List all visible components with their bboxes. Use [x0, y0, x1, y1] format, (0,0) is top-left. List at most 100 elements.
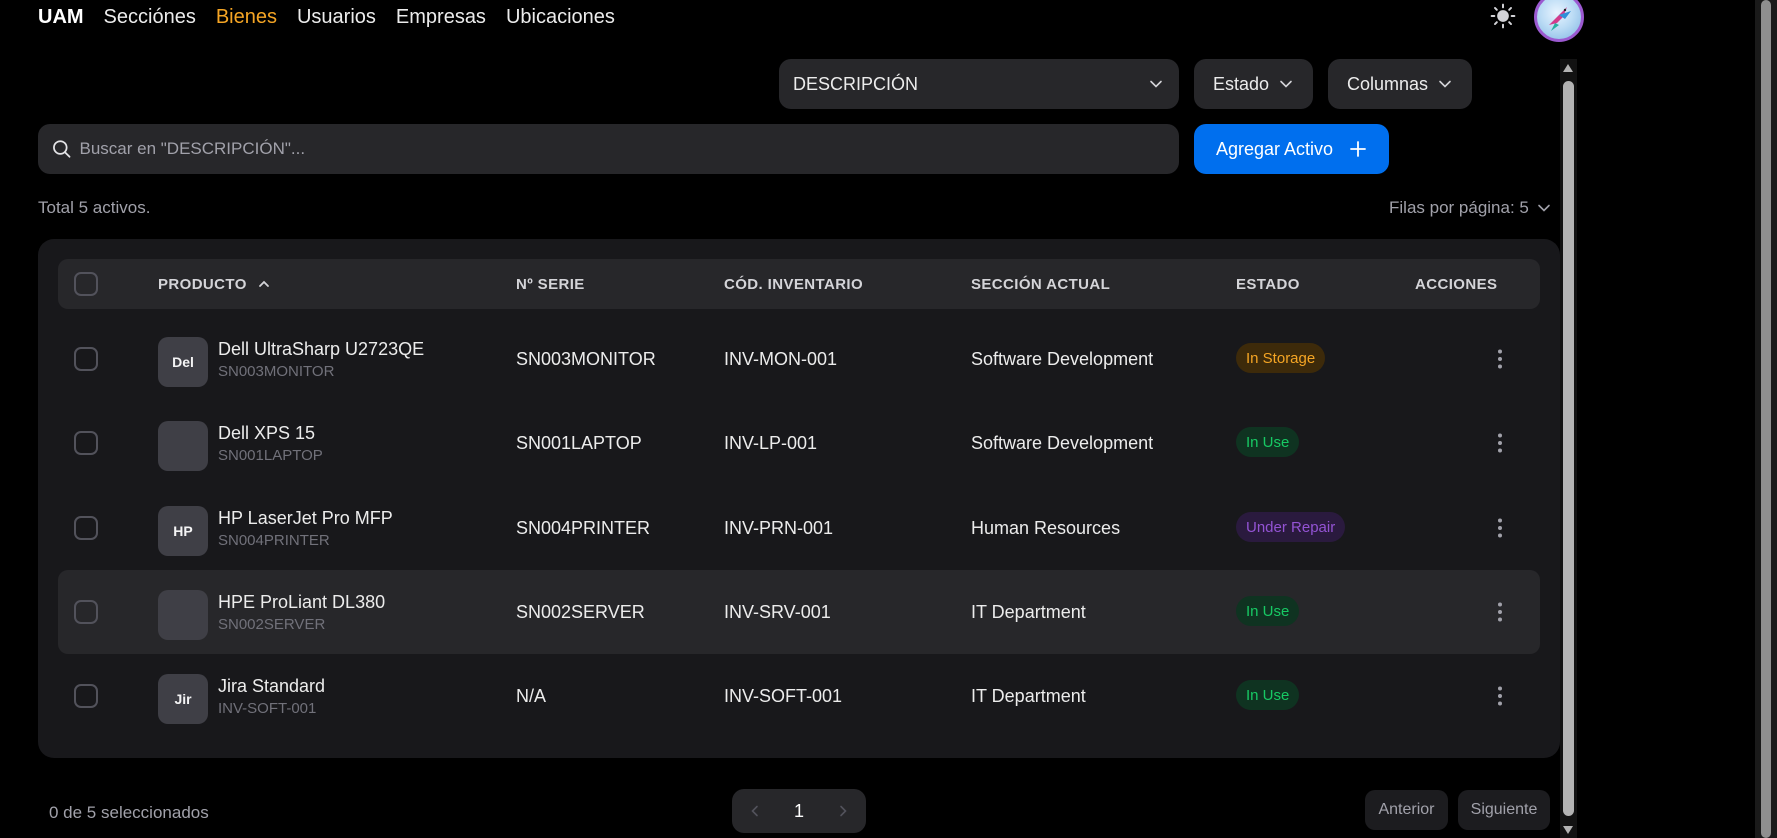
search-icon [53, 140, 71, 158]
product-thumbnail: Jir [158, 674, 208, 724]
current-section: Software Development [971, 348, 1154, 369]
current-section: IT Department [971, 601, 1086, 622]
theme-toggle-sun-icon[interactable] [1490, 3, 1516, 29]
status-badge: Under Repair [1236, 512, 1346, 542]
more-actions-icon[interactable] [1488, 600, 1512, 624]
more-actions-icon[interactable] [1488, 684, 1512, 708]
product-serial-sub: SN002SERVER [218, 616, 326, 633]
window-scrollbar[interactable] [1755, 0, 1777, 838]
product-thumbnail [158, 590, 208, 640]
chevron-right-icon[interactable] [836, 804, 850, 818]
total-count: Total 5 activos. [38, 198, 151, 217]
inventory-code: INV-SRV-001 [724, 601, 831, 622]
inventory-code: INV-SOFT-001 [724, 685, 843, 706]
search-bar [38, 124, 1179, 174]
brand-logo[interactable]: UAM [38, 6, 84, 29]
serial-number: SN001LAPTOP [516, 432, 642, 453]
plus-icon [1350, 141, 1366, 157]
product-name: Jira Standard [218, 676, 326, 696]
column-header-acciones: ACCIONES [1415, 275, 1498, 293]
rows-per-page-select[interactable]: Filas por página: 5 [1389, 198, 1551, 218]
product-serial-sub: SN004PRINTER [218, 532, 330, 549]
current-section: Human Resources [971, 517, 1121, 538]
nav-link-empresas[interactable]: Empresas [396, 6, 486, 29]
row-checkbox[interactable] [74, 347, 98, 371]
serial-number: SN003MONITOR [516, 348, 656, 369]
table-scrollbar[interactable] [1560, 59, 1577, 838]
previous-page-button[interactable]: Anterior [1365, 790, 1448, 830]
nav-link-usuarios[interactable]: Usuarios [297, 6, 376, 29]
table-row[interactable]: Del Dell UltraSharp U2723QE SN003MONITOR… [58, 317, 1540, 401]
add-asset-label: Agregar Activo [1215, 138, 1334, 159]
current-section: Software Development [971, 432, 1154, 453]
chevron-down-icon [1150, 80, 1162, 88]
chevron-down-icon [1280, 80, 1292, 88]
nav-link-secciones[interactable]: Secciónes [104, 6, 196, 29]
more-actions-icon[interactable] [1488, 431, 1512, 455]
table-row[interactable]: HP HP LaserJet Pro MFP SN004PRINTER SN00… [58, 486, 1540, 570]
product-serial-sub: SN003MONITOR [218, 363, 335, 380]
column-header-producto[interactable]: PRODUCTO [158, 259, 271, 309]
inventory-code: INV-PRN-001 [724, 517, 834, 538]
nav-link-ubicaciones[interactable]: Ubicaciones [506, 6, 615, 29]
serial-number: SN002SERVER [516, 601, 645, 622]
product-name: Dell XPS 15 [218, 423, 316, 443]
columns-dropdown[interactable]: Columnas [1328, 59, 1472, 109]
search-input[interactable] [79, 139, 1165, 159]
row-checkbox[interactable] [74, 516, 98, 540]
table-row[interactable]: Jir Jira Standard INV-SOFT-001 N/A INV-S… [58, 654, 1540, 738]
product-name: HPE ProLiant DL380 [218, 592, 386, 612]
user-avatar[interactable] [1534, 0, 1584, 42]
more-actions-icon[interactable] [1488, 347, 1512, 371]
product-serial-sub: INV-SOFT-001 [218, 700, 317, 717]
hummingbird-avatar-icon [1549, 7, 1571, 31]
scroll-down-arrow-icon[interactable] [1563, 826, 1573, 834]
nav-link-bienes[interactable]: Bienes [216, 6, 277, 29]
add-asset-button[interactable]: Agregar Activo [1194, 124, 1389, 174]
serial-number: SN004PRINTER [516, 517, 651, 538]
status-badge: In Storage [1236, 343, 1326, 373]
status-badge: In Use [1236, 427, 1300, 457]
current-section: IT Department [971, 685, 1086, 706]
serial-number: N/A [516, 685, 547, 706]
next-page-button[interactable]: Siguiente [1458, 790, 1550, 830]
column-header-serie: Nº SERIE [516, 275, 585, 293]
column-header-seccion: SECCIÓN ACTUAL [971, 275, 1111, 293]
rows-per-page-label: Filas por página: 5 [1389, 198, 1529, 217]
column-header-inventario: CÓD. INVENTARIO [724, 275, 864, 293]
top-nav: UAM Secciónes Bienes Usuarios Empresas U… [38, 0, 615, 34]
chevron-down-icon [1439, 80, 1451, 88]
sort-ascending-icon [258, 280, 269, 287]
inventory-code: INV-MON-001 [724, 348, 838, 369]
estado-filter-dropdown[interactable]: Estado [1194, 59, 1313, 109]
selection-count: 0 de 5 seleccionados [49, 803, 209, 822]
product-name: HP LaserJet Pro MFP [218, 508, 393, 528]
row-checkbox[interactable] [74, 684, 98, 708]
columns-label: Columnas [1347, 73, 1429, 94]
row-checkbox[interactable] [74, 600, 98, 624]
product-thumbnail: Del [158, 337, 208, 387]
row-checkbox[interactable] [74, 431, 98, 455]
product-thumbnail: HP [158, 506, 208, 556]
inventory-code: INV-LP-001 [724, 432, 818, 453]
table-row[interactable]: HPE ProLiant DL380 SN002SERVER SN002SERV… [58, 570, 1540, 654]
status-badge: In Use [1236, 680, 1300, 710]
chevron-down-icon [1538, 204, 1550, 212]
estado-filter-label: Estado [1213, 73, 1270, 94]
product-serial-sub: SN001LAPTOP [218, 447, 323, 464]
select-all-checkbox[interactable] [74, 272, 98, 296]
chevron-left-icon[interactable] [748, 804, 762, 818]
column-header-producto-label: PRODUCTO [158, 275, 247, 293]
scrollbar-thumb[interactable] [1563, 81, 1574, 816]
column-select-dropdown[interactable]: DESCRIPCIÓN [779, 59, 1179, 109]
pagination: 1 [732, 789, 866, 833]
more-actions-icon[interactable] [1488, 516, 1512, 540]
product-name: Dell UltraSharp U2723QE [218, 339, 425, 359]
status-badge: In Use [1236, 596, 1300, 626]
column-header-estado: ESTADO [1236, 275, 1300, 293]
table-row[interactable]: Dell XPS 15 SN001LAPTOP SN001LAPTOP INV-… [58, 401, 1540, 485]
scroll-up-arrow-icon[interactable] [1563, 64, 1573, 72]
current-page[interactable]: 1 [794, 801, 804, 822]
window-scrollbar-thumb[interactable] [1761, 0, 1771, 838]
product-thumbnail [158, 421, 208, 471]
